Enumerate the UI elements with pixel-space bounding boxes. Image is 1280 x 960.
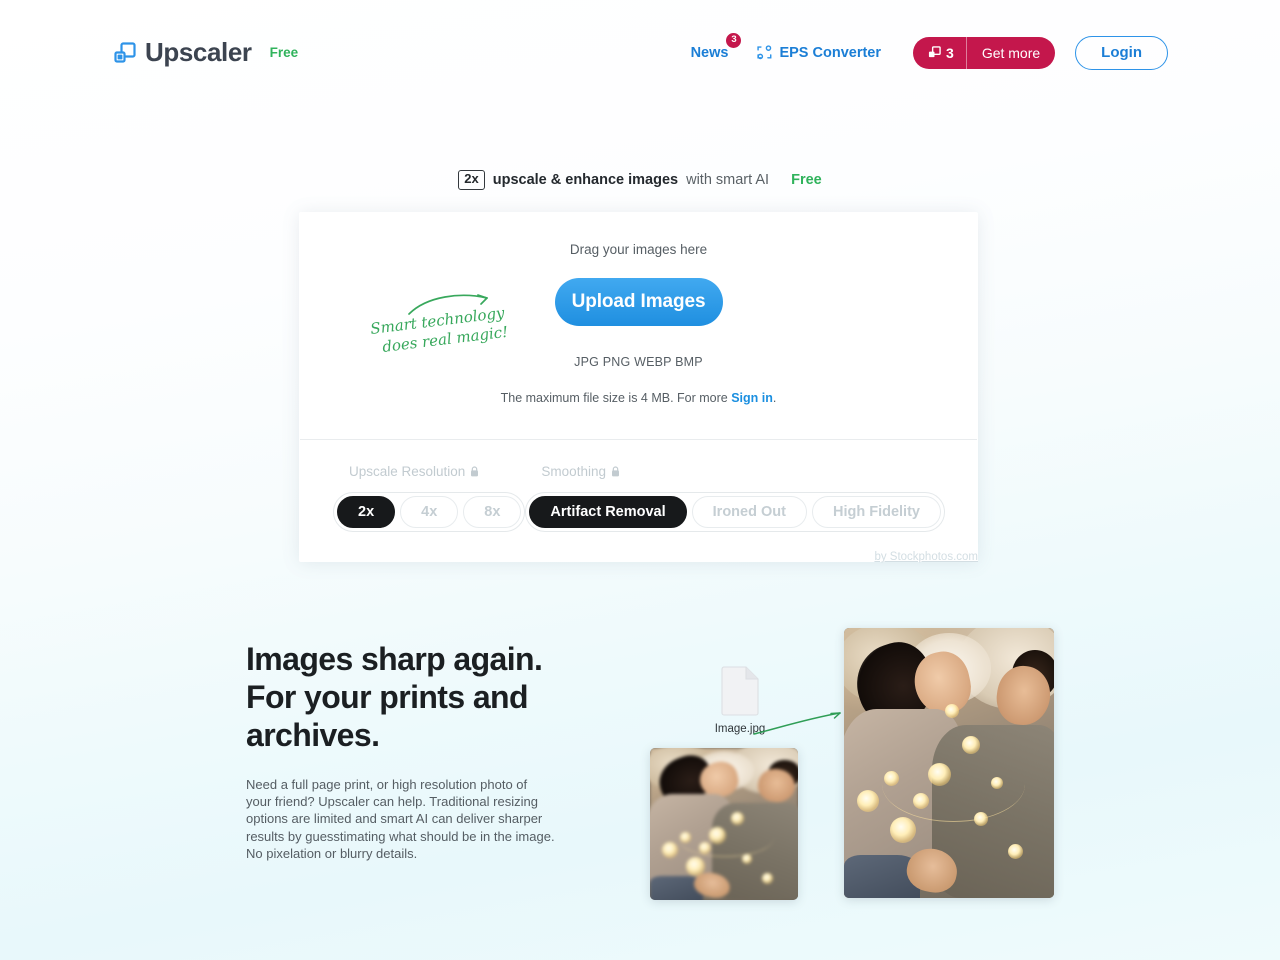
lock-icon: [611, 466, 620, 477]
svg-text:Smart technology: Smart technology: [369, 304, 506, 338]
dropzone[interactable]: Smart technology does real magic! Drag y…: [299, 212, 978, 439]
crop-frame-icon: [756, 44, 773, 61]
brand-free-badge: Free: [269, 45, 299, 60]
news-badge-count: 3: [726, 32, 742, 48]
lock-icon: [470, 466, 479, 477]
max-file-size-note: The maximum file size is 4 MB. For more …: [299, 391, 978, 405]
resolution-option-4x[interactable]: 4x: [400, 496, 459, 528]
get-more-label: Get more: [981, 44, 1041, 61]
stockphotos-link[interactable]: by Stockphotos.com: [874, 551, 978, 563]
smoothing-option-high-fidelity[interactable]: High Fidelity: [811, 496, 941, 528]
brand-name: Upscaler: [145, 37, 252, 67]
resolution-option-8x[interactable]: 8x: [463, 496, 522, 528]
nav-item-eps-converter[interactable]: EPS Converter: [756, 44, 881, 61]
tagline-bold-text: upscale & enhance images: [492, 171, 679, 188]
feature-heading-line2: For your prints and: [246, 679, 529, 715]
card-options: Upscale Resolution 2x 4x 8x Smoothing Ar…: [299, 440, 978, 562]
upload-card: Smart technology does real magic! Drag y…: [299, 212, 978, 562]
dropzone-title: Drag your images here: [569, 242, 708, 257]
smoothing-segmented-control: Artifact Removal Ironed Out High Fidelit…: [525, 492, 945, 532]
upscale-icon: [928, 46, 941, 59]
resolution-segmented-control: 2x 4x 8x: [333, 492, 526, 532]
smoothing-option-ironed-out[interactable]: Ironed Out: [691, 496, 807, 528]
smoothing-label-row: Smoothing: [525, 464, 620, 479]
before-after-showcase: Image.jpg: [640, 620, 1090, 920]
sign-in-link[interactable]: Sign in: [731, 391, 773, 405]
curved-arrow-icon: [752, 708, 852, 738]
smoothing-option-artifact-removal[interactable]: Artifact Removal: [529, 496, 687, 528]
smart-technology-scribble: Smart technology does real magic!: [365, 286, 511, 358]
feature-section: Images sharp again. For your prints and …: [246, 640, 556, 862]
tagline-free-label: Free: [791, 171, 822, 188]
svg-text:does real magic!: does real magic!: [381, 323, 509, 356]
tagline-2x-badge: 2x: [458, 170, 485, 190]
max-size-suffix: .: [772, 391, 777, 405]
feature-heading: Images sharp again. For your prints and …: [246, 640, 556, 754]
resolution-option-2x[interactable]: 2x: [337, 496, 396, 528]
credits-count: 3: [946, 44, 954, 61]
get-more-credits-button[interactable]: 3 Get more: [913, 36, 1056, 69]
supported-formats: JPG PNG WEBP BMP: [574, 355, 703, 369]
upload-images-button[interactable]: Upload Images: [554, 278, 723, 326]
credits-counter: 3: [913, 36, 967, 69]
tagline-rest-text: with smart AI: [686, 171, 770, 188]
nav-eps-label: EPS Converter: [779, 44, 882, 61]
nav-news-label: News: [690, 44, 729, 61]
smoothing-group: Smoothing Artifact Removal Ironed Out Hi…: [525, 464, 945, 532]
max-size-text: The maximum file size is 4 MB. For more: [500, 391, 732, 405]
feature-heading-line3: archives.: [246, 717, 380, 753]
byline: by Stockphotos.com: [299, 551, 978, 563]
upscale-resolution-group: Upscale Resolution 2x 4x 8x: [333, 464, 526, 532]
hero-tagline: 2x upscale & enhance images with smart A…: [0, 170, 1280, 190]
before-image: [650, 748, 798, 900]
login-button[interactable]: Login: [1075, 35, 1168, 70]
nav-item-news[interactable]: News 3: [690, 32, 742, 61]
brand[interactable]: Upscaler Free: [114, 37, 298, 68]
after-image: [844, 628, 1054, 898]
feature-heading-line1: Images sharp again.: [246, 641, 543, 677]
feature-body: Need a full page print, or high resoluti…: [246, 777, 555, 861]
overlapping-squares-icon: [114, 41, 136, 64]
upscale-resolution-label: Upscale Resolution: [349, 464, 466, 479]
upscale-resolution-label-row: Upscale Resolution: [333, 464, 479, 479]
site-header: Upscaler Free News 3 EPS Converter 3 Get…: [0, 0, 1280, 105]
primary-nav: News 3 EPS Converter 3 Get more Login: [690, 32, 1168, 70]
smoothing-label: Smoothing: [541, 464, 606, 479]
